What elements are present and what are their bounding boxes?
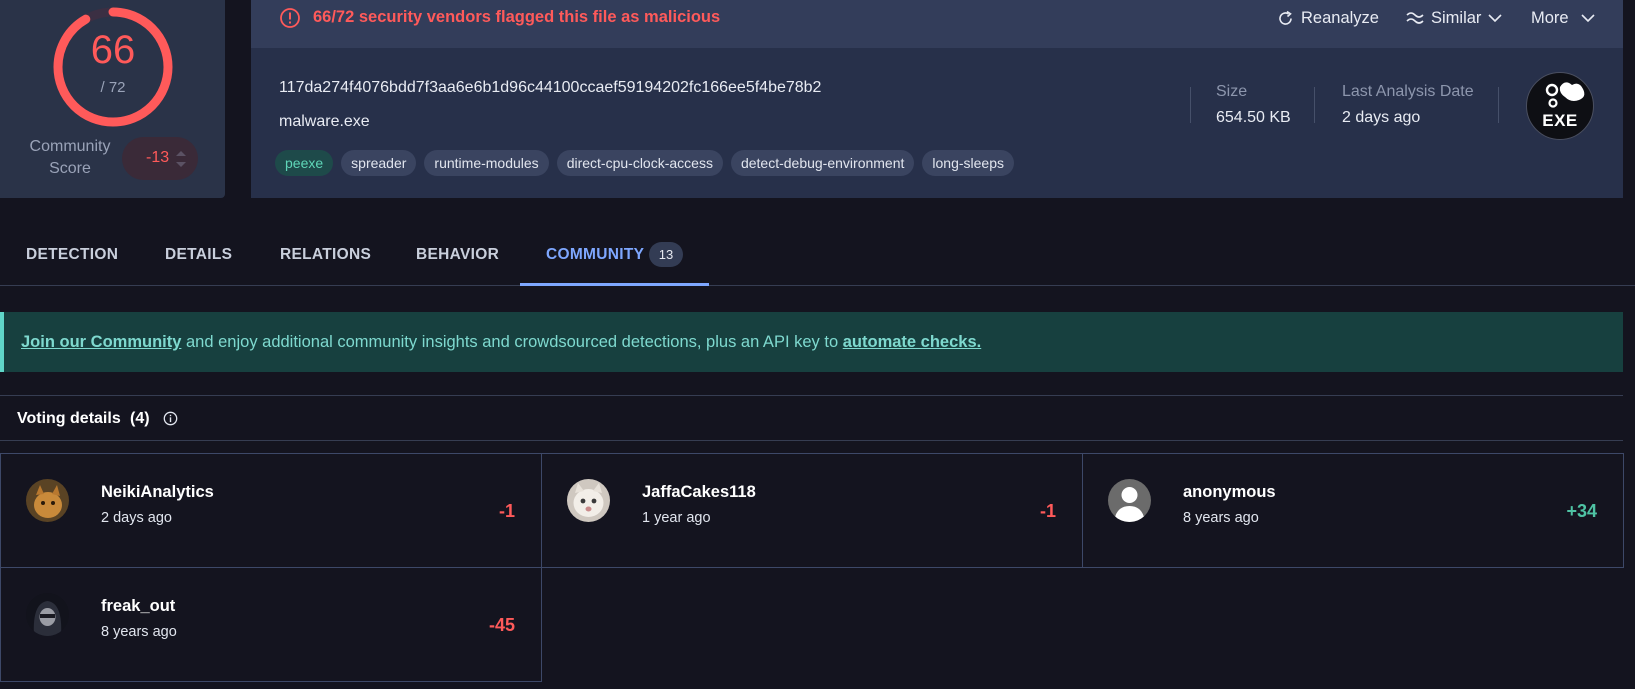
join-community-link[interactable]: Join our Community (21, 333, 181, 351)
tab-relations[interactable]: RELATIONS (280, 246, 371, 264)
gears-icon (1545, 82, 1585, 108)
more-dropdown[interactable]: More (1531, 7, 1595, 29)
tag-direct-cpu-clock-access[interactable]: direct-cpu-clock-access (556, 150, 723, 176)
vote-arrows-icon[interactable] (174, 145, 188, 173)
last-analysis-label: Last Analysis Date (1342, 83, 1474, 100)
white-cat-avatar[interactable] (567, 479, 610, 522)
tag-runtime-modules[interactable]: runtime-modules (424, 150, 549, 176)
active-tab-indicator (520, 283, 709, 286)
detection-count: 66 (90, 28, 136, 72)
engine-total: / 72 (100, 79, 126, 96)
community-score-label: Community Score (29, 138, 111, 177)
alert-circle-icon (280, 8, 300, 28)
similar-dropdown[interactable]: Similar (1406, 7, 1502, 29)
chevron-down-icon (1488, 13, 1502, 22)
reanalyze-button[interactable]: Reanalyze (1277, 7, 1379, 29)
automate-checks-link[interactable]: automate checks. (843, 333, 981, 351)
banner-message: Join our Community and enjoy additional … (21, 333, 981, 352)
vote-time: 8 years ago (101, 624, 177, 640)
file-header-panel: 66/72 security vendors flagged this file… (251, 0, 1623, 198)
vote-card: freak_out 8 years ago -45 (0, 567, 542, 682)
vote-time: 8 years ago (1183, 510, 1259, 526)
detection-gauge: 66 / 72 (46, 0, 180, 134)
vote-value: +34 (1566, 501, 1597, 521)
tag-long-sleeps[interactable]: long-sleeps (922, 150, 1014, 176)
tab-details[interactable]: DETAILS (165, 246, 232, 264)
vote-time: 2 days ago (101, 510, 172, 526)
detection-score-card: 66 / 72 Community Score -13 (0, 0, 225, 198)
vote-value: -45 (488, 615, 515, 635)
vote-value: -1 (1039, 501, 1056, 521)
voting-title: Voting details (17, 410, 121, 427)
tab-detection[interactable]: DETECTION (26, 246, 118, 264)
join-community-banner: Join our Community and enjoy additional … (0, 312, 1623, 372)
file-tags: peexe spreader runtime-modules direct-cp… (275, 150, 1014, 176)
chevron-down-icon (1581, 13, 1595, 22)
vote-value: -1 (498, 501, 515, 521)
vote-time: 1 year ago (642, 510, 711, 526)
last-analysis-value: 2 days ago (1342, 109, 1421, 126)
similar-waves-icon (1406, 12, 1424, 24)
malicious-alert-bar: 66/72 security vendors flagged this file… (251, 0, 1623, 48)
size-label: Size (1216, 83, 1248, 100)
meta-divider (1314, 87, 1315, 123)
tab-community[interactable]: COMMUNITY (546, 246, 644, 264)
voter-name[interactable]: JaffaCakes118 (642, 483, 756, 502)
voter-name[interactable]: NeikiAnalytics (101, 483, 214, 502)
voter-name[interactable]: anonymous (1183, 483, 1276, 502)
default-user-avatar[interactable] (1108, 479, 1151, 522)
tag-peexe[interactable]: peexe (275, 150, 334, 176)
tag-detect-debug-environment[interactable]: detect-debug-environment (730, 150, 915, 176)
vote-card: JaffaCakes118 1 year ago -1 (541, 453, 1083, 568)
community-count-badge: 13 (649, 242, 683, 267)
file-hash[interactable]: 117da274f4076bdd7f3aa6e6b1d96c44100ccaef… (279, 79, 821, 97)
file-type-label: EXE (1542, 111, 1578, 130)
tab-behavior[interactable]: BEHAVIOR (416, 246, 499, 264)
community-score-widget[interactable]: -13 (122, 137, 198, 180)
voter-name[interactable]: freak_out (101, 597, 175, 616)
alert-message: 66/72 security vendors flagged this file… (313, 8, 721, 26)
community-score-value: -13 (146, 149, 170, 166)
file-type-badge: EXE (1526, 72, 1594, 140)
vote-card: NeikiAnalytics 2 days ago -1 (0, 453, 542, 568)
refresh-icon (1279, 10, 1292, 25)
voting-count: (4) (130, 410, 150, 427)
similar-label: Similar (1431, 8, 1482, 27)
voting-details-header: Voting details (4) (0, 395, 1623, 441)
tag-spreader[interactable]: spreader (341, 150, 417, 176)
report-tabs: DETECTION DETAILS RELATIONS BEHAVIOR COM… (0, 222, 1635, 286)
cat-photo-avatar[interactable] (26, 479, 69, 522)
size-value: 654.50 KB (1216, 109, 1291, 126)
meta-divider (1190, 87, 1191, 123)
file-name: malware.exe (279, 113, 370, 130)
meta-divider (1498, 87, 1499, 123)
reanalyze-label: Reanalyze (1301, 8, 1379, 27)
info-icon[interactable] (163, 411, 178, 426)
vote-card: anonymous 8 years ago +34 (1082, 453, 1624, 568)
hooded-figure-avatar[interactable] (26, 593, 69, 636)
more-label: More (1531, 8, 1569, 27)
banner-body-text: and enjoy additional community insights … (181, 333, 843, 351)
